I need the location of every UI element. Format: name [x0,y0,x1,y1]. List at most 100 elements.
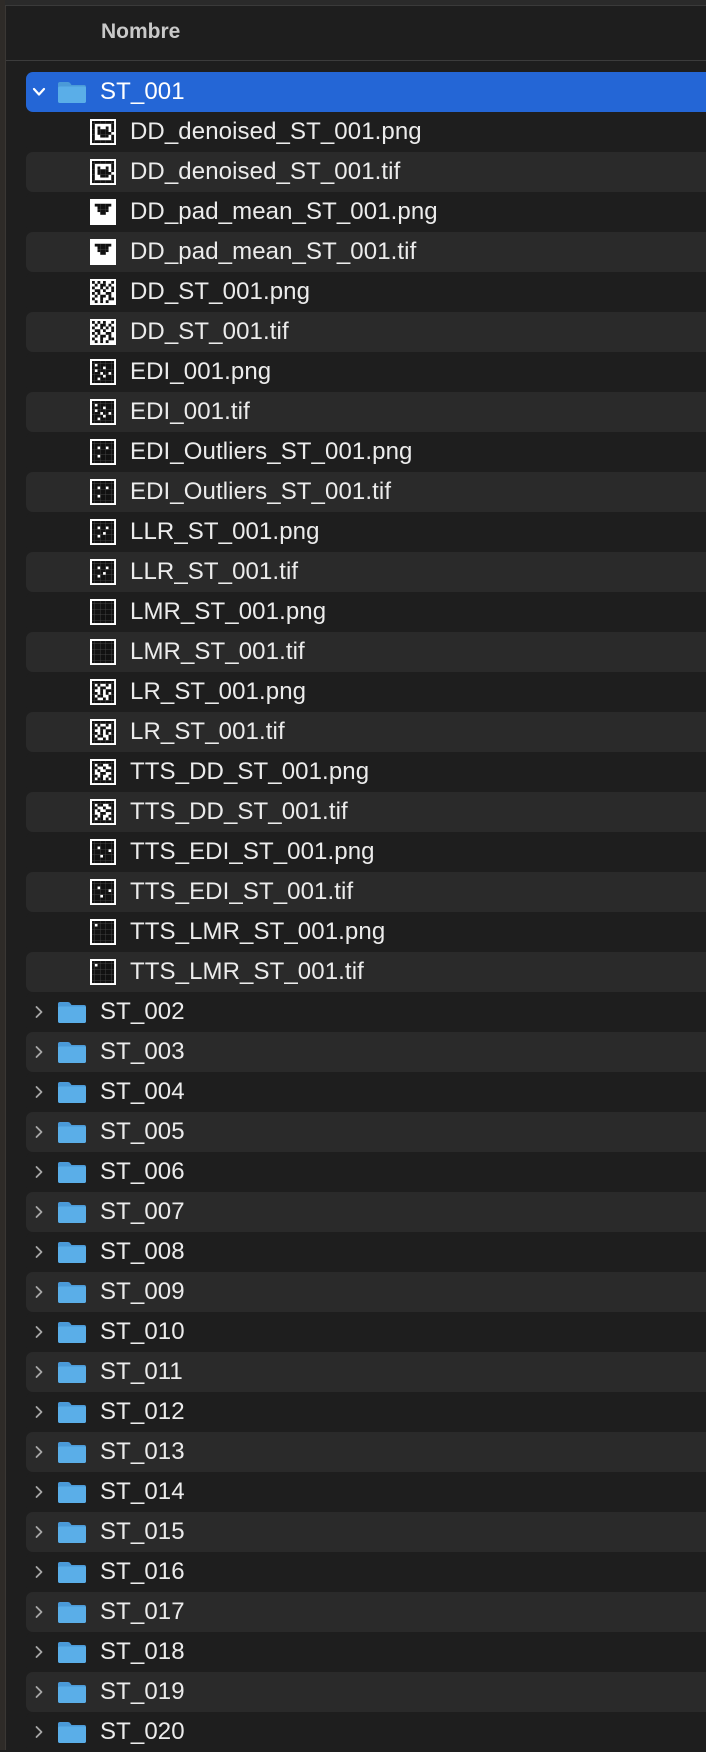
file-row[interactable]: TTS_DD_ST_001.png [26,752,706,792]
file-row[interactable]: EDI_001.png [26,352,706,392]
folder-row[interactable]: ST_017 [26,1592,706,1632]
chevron-right-icon[interactable] [32,1232,46,1272]
file-name: LMR_ST_001.tif [130,638,305,665]
file-name: TTS_LMR_ST_001.png [130,918,386,945]
image-thumbnail-icon [90,959,116,985]
chevron-right-icon[interactable] [32,1312,46,1352]
image-thumbnail-icon [90,639,116,665]
folder-name: ST_015 [100,1518,185,1545]
folder-row[interactable]: ST_005 [26,1112,706,1152]
chevron-right-icon[interactable] [32,1272,46,1312]
chevron-right-icon[interactable] [32,1072,46,1112]
folder-icon [57,1120,87,1144]
file-row[interactable]: DD_pad_mean_ST_001.png [26,192,706,232]
chevron-right-icon[interactable] [32,1672,46,1712]
folder-icon [57,1200,87,1224]
file-row[interactable]: LLR_ST_001.tif [26,552,706,592]
folder-row[interactable]: ST_002 [26,992,706,1032]
folder-icon [57,1560,87,1584]
file-row[interactable]: LLR_ST_001.png [26,512,706,552]
image-thumbnail-icon [90,759,116,785]
file-row[interactable]: EDI_Outliers_ST_001.png [26,432,706,472]
folder-name: ST_014 [100,1478,185,1505]
folder-row[interactable]: ST_004 [26,1072,706,1112]
file-name: TTS_DD_ST_001.tif [130,798,348,825]
folder-name: ST_002 [100,998,185,1025]
file-name: TTS_EDI_ST_001.png [130,838,375,865]
chevron-down-icon[interactable] [32,72,46,112]
image-thumbnail-icon [90,239,116,265]
chevron-right-icon[interactable] [32,1552,46,1592]
folder-name: ST_001 [100,78,185,105]
file-row[interactable]: DD_denoised_ST_001.png [26,112,706,152]
file-row[interactable]: LR_ST_001.png [26,672,706,712]
file-row[interactable]: DD_ST_001.tif [26,312,706,352]
file-row[interactable]: DD_pad_mean_ST_001.tif [26,232,706,272]
image-thumbnail-icon [90,319,116,345]
folder-name: ST_012 [100,1398,185,1425]
name-column-header[interactable]: Nombre [101,20,180,44]
folder-row[interactable]: ST_016 [26,1552,706,1592]
folder-row[interactable]: ST_010 [26,1312,706,1352]
file-row[interactable]: EDI_Outliers_ST_001.tif [26,472,706,512]
file-list[interactable]: ST_001 DD_denoised_ST_001.png DD_denoised_… [26,72,706,1752]
chevron-right-icon[interactable] [32,1192,46,1232]
folder-row[interactable]: ST_019 [26,1672,706,1712]
folder-name: ST_010 [100,1318,185,1345]
file-row[interactable]: TTS_DD_ST_001.tif [26,792,706,832]
file-name: DD_denoised_ST_001.png [130,118,422,145]
folder-row[interactable]: ST_020 [26,1712,706,1752]
file-row[interactable]: LMR_ST_001.png [26,592,706,632]
file-name: EDI_001.tif [130,398,250,425]
image-thumbnail-icon [90,599,116,625]
column-header[interactable]: Nombre [6,6,706,61]
file-row[interactable]: TTS_LMR_ST_001.png [26,912,706,952]
file-name: TTS_EDI_ST_001.tif [130,878,354,905]
chevron-right-icon[interactable] [32,1432,46,1472]
image-thumbnail-icon [90,439,116,465]
folder-name: ST_016 [100,1558,185,1585]
folder-row[interactable]: ST_009 [26,1272,706,1312]
folder-icon [57,1720,87,1744]
image-thumbnail-icon [90,679,116,705]
chevron-right-icon[interactable] [32,1392,46,1432]
chevron-right-icon[interactable] [32,1632,46,1672]
file-row[interactable]: EDI_001.tif [26,392,706,432]
chevron-right-icon[interactable] [32,1592,46,1632]
chevron-right-icon[interactable] [32,1472,46,1512]
image-thumbnail-icon [90,479,116,505]
file-row[interactable]: LR_ST_001.tif [26,712,706,752]
chevron-right-icon[interactable] [32,1112,46,1152]
file-row[interactable]: DD_ST_001.png [26,272,706,312]
folder-row[interactable]: ST_008 [26,1232,706,1272]
folder-name: ST_013 [100,1438,185,1465]
folder-row[interactable]: ST_012 [26,1392,706,1432]
folder-icon [57,1360,87,1384]
folder-row[interactable]: ST_013 [26,1432,706,1472]
file-name: LLR_ST_001.tif [130,558,299,585]
chevron-right-icon[interactable] [32,992,46,1032]
file-row[interactable]: TTS_EDI_ST_001.tif [26,872,706,912]
folder-row[interactable]: ST_007 [26,1192,706,1232]
chevron-right-icon[interactable] [32,1352,46,1392]
folder-row[interactable]: ST_018 [26,1632,706,1672]
chevron-right-icon[interactable] [32,1512,46,1552]
chevron-right-icon[interactable] [32,1032,46,1072]
folder-row[interactable]: ST_003 [26,1032,706,1072]
file-name: DD_denoised_ST_001.tif [130,158,401,185]
folder-row[interactable]: ST_006 [26,1152,706,1192]
image-thumbnail-icon [90,919,116,945]
folder-row[interactable]: ST_011 [26,1352,706,1392]
folder-row[interactable]: ST_014 [26,1472,706,1512]
file-row[interactable]: DD_denoised_ST_001.tif [26,152,706,192]
folder-name: ST_007 [100,1198,185,1225]
folder-name: ST_005 [100,1118,185,1145]
folder-icon [57,1160,87,1184]
chevron-right-icon[interactable] [32,1152,46,1192]
file-row[interactable]: TTS_LMR_ST_001.tif [26,952,706,992]
file-row[interactable]: LMR_ST_001.tif [26,632,706,672]
folder-row-st-001[interactable]: ST_001 [26,72,706,112]
folder-row[interactable]: ST_015 [26,1512,706,1552]
file-row[interactable]: TTS_EDI_ST_001.png [26,832,706,872]
chevron-right-icon[interactable] [32,1712,46,1752]
